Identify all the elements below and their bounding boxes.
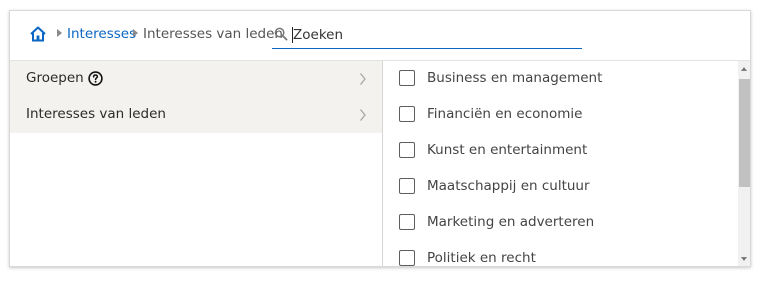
category-label: Groepen	[26, 70, 84, 86]
option-label: Business en management	[427, 70, 603, 86]
checkbox[interactable]	[399, 178, 415, 194]
option-label: Kunst en entertainment	[427, 142, 588, 158]
option-label: Financiën en economie	[427, 106, 583, 122]
search-icon	[274, 27, 288, 41]
option-label: Politiek en recht	[427, 250, 536, 266]
search-field[interactable]	[272, 22, 582, 49]
breadcrumb-separator-icon	[57, 29, 62, 37]
text-cursor	[292, 27, 293, 43]
option-label: Marketing en adverteren	[427, 214, 595, 230]
chevron-right-icon	[359, 109, 366, 121]
category-list: Groepen Interesses van leden	[10, 61, 383, 266]
scrollbar-thumb[interactable]	[739, 79, 750, 187]
option-item[interactable]: Kunst en entertainment	[383, 133, 738, 169]
checkbox[interactable]	[399, 250, 415, 266]
option-item[interactable]: Maatschappij en cultuur	[383, 169, 738, 205]
search-input[interactable]	[291, 22, 576, 47]
option-item[interactable]: Marketing en adverteren	[383, 205, 738, 241]
breadcrumb-interesses-van-leden: Interesses van leden	[143, 26, 283, 42]
checkbox[interactable]	[399, 70, 415, 86]
category-interesses-van-leden[interactable]: Interesses van leden	[10, 97, 382, 133]
option-item[interactable]: Financiën en economie	[383, 97, 738, 133]
category-groepen[interactable]: Groepen	[10, 61, 382, 97]
checkbox[interactable]	[399, 106, 415, 122]
category-label: Interesses van leden	[26, 106, 166, 122]
option-list: Business en management Financiën en econ…	[383, 61, 738, 266]
home-icon[interactable]	[29, 25, 47, 43]
scroll-down-arrow-icon[interactable]	[741, 257, 747, 261]
option-label: Maatschappij en cultuur	[427, 178, 590, 194]
vertical-scrollbar[interactable]	[738, 61, 750, 266]
help-circle-icon[interactable]	[88, 71, 103, 86]
picker-header: Interesses Interesses van leden	[10, 11, 750, 61]
chevron-right-icon	[359, 73, 366, 85]
checkbox[interactable]	[399, 142, 415, 158]
interest-picker-panel: Interesses Interesses van leden Groepen	[9, 10, 751, 267]
breadcrumb-interesses[interactable]: Interesses	[67, 25, 136, 43]
checkbox[interactable]	[399, 214, 415, 230]
option-item[interactable]: Business en management	[383, 61, 738, 97]
breadcrumb-separator-icon	[133, 29, 138, 37]
option-item[interactable]: Politiek en recht	[383, 241, 738, 266]
scroll-up-arrow-icon[interactable]	[741, 67, 747, 71]
